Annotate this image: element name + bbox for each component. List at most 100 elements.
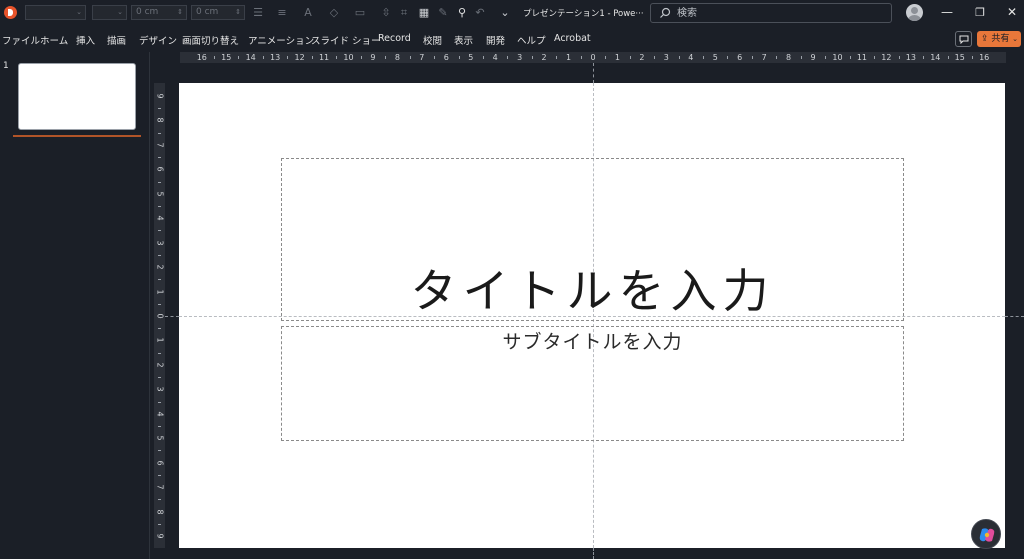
ruler-label: 1 [155, 289, 165, 295]
thumbnail-insert-marker [13, 135, 141, 137]
ruler-tick [336, 56, 338, 59]
image-icon[interactable]: ▦ [416, 5, 432, 20]
tab-design[interactable]: デザイン [139, 33, 177, 47]
avatar[interactable] [906, 4, 923, 21]
close-button[interactable]: ✕ [995, 0, 1024, 26]
shape-height-value: 0 cm [196, 7, 219, 17]
ruler-label: 9 [155, 533, 165, 539]
font-size-dropdown[interactable]: ⌄ [92, 5, 127, 20]
ruler-tick [727, 56, 729, 59]
title-placeholder[interactable]: タイトルを入力 [281, 158, 904, 321]
slide-thumbnail[interactable] [18, 63, 136, 130]
line-spacing-icon[interactable]: ≡ [274, 5, 290, 20]
ruler-tick [158, 499, 161, 501]
ruler-label: 5 [712, 53, 718, 62]
outline-icon[interactable]: ▭ [352, 5, 368, 20]
ruler-tick [874, 56, 876, 59]
ruler-label: 15 [954, 53, 965, 62]
ruler-label: 6 [443, 53, 449, 62]
font-family-dropdown[interactable]: ⌄ [25, 5, 86, 20]
tab-transitions[interactable]: 画面切り替え [182, 33, 239, 47]
ruler-label: 4 [492, 53, 498, 62]
subtitle-placeholder-text: サブタイトルを入力 [502, 331, 683, 353]
search-input[interactable] [677, 6, 877, 20]
search-zoom-icon[interactable]: ⚲ [454, 5, 470, 20]
tab-help[interactable]: ヘルプ [517, 33, 546, 47]
ruler-tick [434, 56, 436, 59]
search-box[interactable] [650, 3, 892, 23]
restore-button[interactable]: ❐ [963, 0, 997, 26]
shape-height-field[interactable]: 0 cm ⇕ [191, 5, 245, 20]
tab-file[interactable]: ファイル [2, 33, 40, 47]
shape-width-field[interactable]: 0 cm ⇕ [131, 5, 187, 20]
ruler-tick [158, 377, 161, 379]
tab-home[interactable]: ホーム [40, 33, 68, 47]
ruler-label: 2 [639, 53, 645, 62]
chevron-down-icon: ⌄ [76, 8, 82, 16]
ruler-tick [556, 56, 558, 59]
ruler-label: 8 [155, 509, 165, 515]
ruler-label: 4 [155, 215, 165, 221]
tab-animations[interactable]: アニメーション [248, 33, 314, 47]
horizontal-guide-extension [1005, 316, 1024, 317]
ruler-tick [158, 279, 161, 281]
tab-insert[interactable]: 挿入 [76, 33, 95, 47]
crop-icon[interactable]: ⌗ [396, 5, 412, 20]
ruler-tick [214, 56, 216, 59]
size-icon[interactable]: ⇳ [378, 5, 394, 20]
tab-view[interactable]: 表示 [454, 33, 473, 47]
ruler-label: 3 [155, 240, 165, 246]
clip-icon[interactable]: ✎ [435, 5, 451, 20]
ruler-tick [947, 56, 949, 59]
ruler-tick [605, 56, 607, 59]
ruler-tick [409, 56, 411, 59]
highlight-icon[interactable]: ◇ [326, 5, 342, 20]
ruler-label: 1 [566, 53, 572, 62]
comments-button[interactable] [955, 31, 972, 47]
ruler-label: 15 [221, 53, 232, 62]
thumbnail-number: 1 [3, 61, 9, 71]
undo-icon[interactable]: ↶ [472, 5, 488, 20]
copilot-button[interactable] [971, 519, 1001, 549]
share-button[interactable]: ⇪ 共有 ⌄ [977, 31, 1021, 47]
ruler-tick [238, 56, 240, 59]
powerpoint-window: ⌄ ⌄ 0 cm ⇕ 0 cm ⇕ ☰ ≡ A ◇ ▭ ⇳ ⌗ ▦ ✎ ⚲ ↶ … [0, 0, 1024, 559]
ruler-tick [776, 56, 778, 59]
ruler-tick [158, 450, 161, 452]
ruler-tick [158, 108, 161, 110]
horizontal-guide-extension [165, 316, 179, 317]
ruler-tick [158, 230, 161, 232]
ruler-tick [158, 254, 161, 256]
tab-record[interactable]: Record [378, 33, 411, 44]
subtitle-placeholder[interactable]: サブタイトルを入力 [281, 326, 904, 441]
tab-developer[interactable]: 開発 [486, 33, 505, 47]
ruler-label: 7 [155, 484, 165, 490]
tab-acrobat[interactable]: Acrobat [554, 33, 591, 44]
search-icon [660, 7, 671, 18]
ruler-tick [311, 56, 313, 59]
ruler-tick [849, 56, 851, 59]
title-bar: ⌄ ⌄ 0 cm ⇕ 0 cm ⇕ ☰ ≡ A ◇ ▭ ⇳ ⌗ ▦ ✎ ⚲ ↶ … [0, 0, 1024, 26]
ruler-tick [923, 56, 925, 59]
customize-icon[interactable]: ⌄ [497, 5, 513, 20]
powerpoint-icon[interactable] [4, 6, 17, 19]
minimize-button[interactable]: — [930, 0, 964, 26]
share-icon: ⇪ [981, 34, 989, 44]
ruler-label: 7 [155, 142, 165, 148]
ruler-label: 13 [270, 53, 281, 62]
ruler-tick [158, 352, 161, 354]
ruler-label: 14 [245, 53, 256, 62]
ruler-tick [158, 157, 161, 159]
ruler-label: 1 [155, 337, 165, 343]
ruler-tick [158, 401, 161, 403]
tab-slideshow[interactable]: スライド ショー [311, 33, 381, 47]
font-color-icon[interactable]: A [300, 5, 316, 20]
ruler-tick [482, 56, 484, 59]
ruler-label: 9 [810, 53, 816, 62]
slide-canvas[interactable]: タイトルを入力 サブタイトルを入力 [179, 83, 1005, 548]
pane-splitter[interactable] [149, 52, 150, 559]
ruler-tick [751, 56, 753, 59]
align-icon[interactable]: ☰ [250, 5, 266, 20]
tab-draw[interactable]: 描画 [107, 33, 126, 47]
tab-review[interactable]: 校閲 [423, 33, 442, 47]
